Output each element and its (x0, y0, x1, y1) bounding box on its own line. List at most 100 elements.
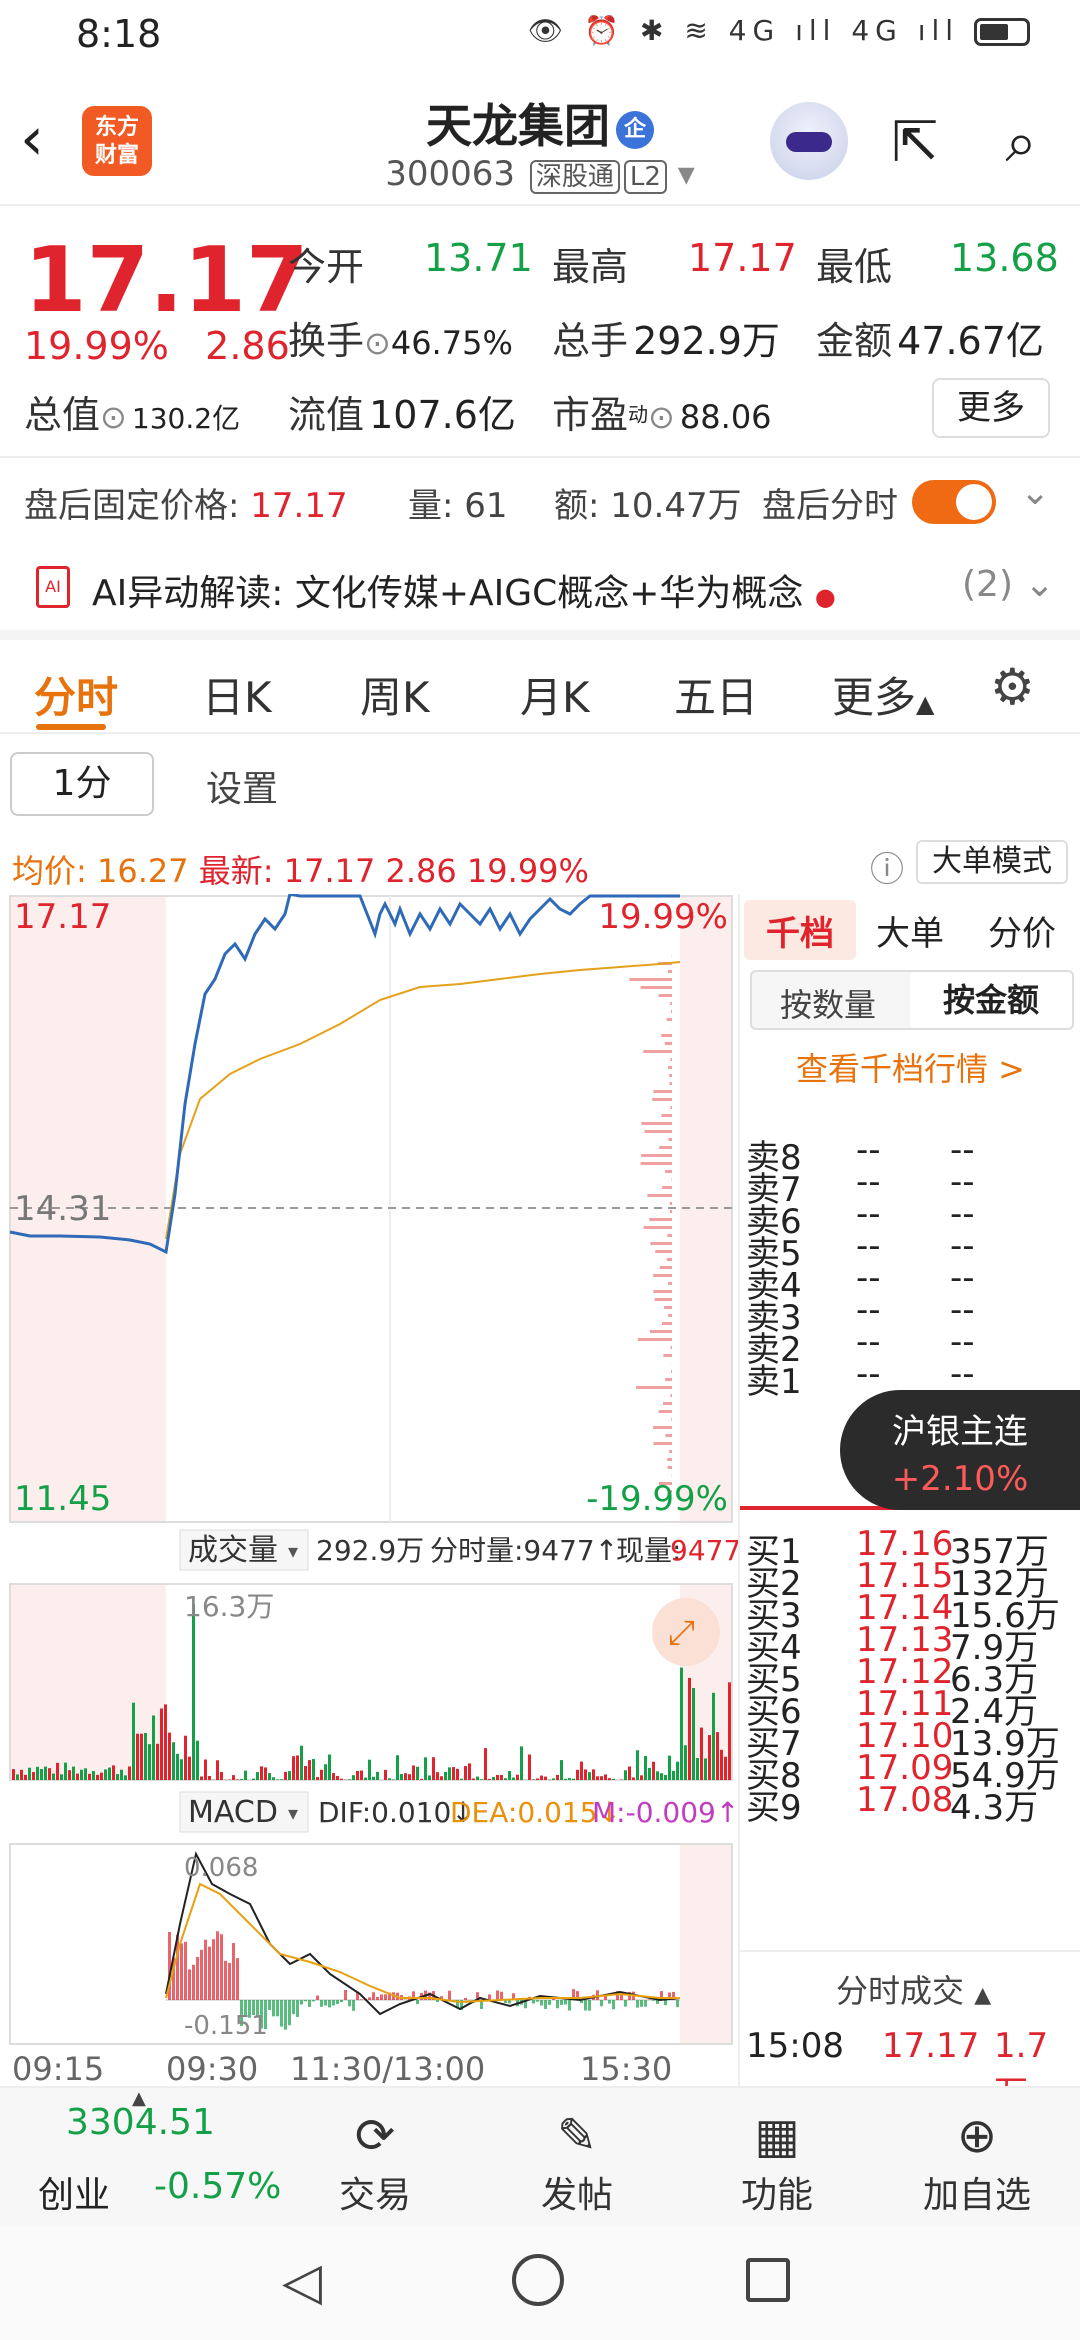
search-icon[interactable]: ⌕ (986, 108, 1056, 178)
tab-monthly[interactable]: 月K (520, 664, 590, 725)
orderflow-bar (643, 1050, 672, 1053)
more-button[interactable]: 更多 (932, 378, 1050, 438)
recents-square-icon[interactable] (746, 2258, 790, 2302)
gear-icon[interactable]: ⚙ (990, 658, 1035, 716)
volume-bar (476, 1776, 479, 1780)
volume-bar (408, 1774, 411, 1780)
ai-insight-row[interactable]: AI AI异动解读: 文化传媒+AIGC概念+华为概念 ● (2) ⌄ (0, 546, 1080, 630)
back-triangle-icon[interactable]: ◁ (282, 2252, 322, 2312)
robot-avatar[interactable] (770, 102, 848, 180)
info-icon[interactable]: ⊙ (364, 324, 391, 362)
tab-depth[interactable]: 千档 (766, 906, 834, 955)
connect-tag: 深股通 (529, 160, 620, 194)
settings-button[interactable]: 设置 (206, 760, 278, 812)
volume-bar (712, 1692, 715, 1780)
info-icon[interactable]: ⊙ (100, 398, 127, 436)
orderflow-bar (667, 1458, 672, 1461)
volume-bar (368, 1759, 371, 1780)
after-hours-toggle[interactable] (912, 480, 996, 524)
time-0930: 09:30 (166, 2050, 258, 2088)
macd-top: 0.068 (184, 1853, 258, 1883)
volume-bar (152, 1715, 155, 1780)
trade-vol: 1.7万 (994, 2026, 1049, 2090)
volume-bar (480, 1779, 483, 1780)
volume-bar (192, 1604, 195, 1780)
tab-price-split[interactable]: 分价 (988, 906, 1056, 955)
axis-mid: 14.31 (14, 1189, 111, 1229)
volume-bar (104, 1769, 107, 1780)
axis-bottom-pct: -19.99% (586, 1479, 728, 1519)
pe-sup: 动 (628, 402, 649, 427)
volume-bar (420, 1778, 423, 1780)
tab-daily[interactable]: 日K (202, 664, 272, 725)
volume-bar (116, 1774, 119, 1780)
tab-weekly[interactable]: 周K (360, 664, 430, 725)
vol-fen: 分时量:9477↑ (430, 1534, 618, 1567)
nav-functions[interactable]: ▦ 功能 (702, 2106, 852, 2218)
nav-trade[interactable]: ⟳ 交易 (300, 2106, 450, 2218)
ai-label: AI异动解读: (92, 573, 284, 614)
macd-bottom: -0.151 (184, 2011, 268, 2041)
mcap-label: 总值 (24, 393, 101, 437)
after-vol: 61 (464, 486, 508, 526)
trades-title[interactable]: 分时成交 (836, 1972, 964, 2010)
nav-post[interactable]: ✎ 发帖 (502, 2106, 652, 2218)
macd-bar (368, 1997, 371, 2000)
volume-bar (188, 1756, 191, 1780)
orderflow-bar (669, 1074, 672, 1077)
macd-bar (536, 2000, 539, 2002)
volume-bar (528, 1754, 531, 1780)
floating-quote-widget[interactable]: 沪银主连 +2.10% (840, 1390, 1080, 1510)
volume-bar (36, 1766, 39, 1780)
volume-bar (496, 1774, 499, 1780)
nav-add-watch[interactable]: ⊕ 加自选 (902, 2106, 1052, 2218)
info-icon[interactable]: ⊙ (648, 398, 675, 436)
volume-bar (208, 1776, 211, 1780)
volume-bar (716, 1732, 719, 1780)
orderflow-bar (663, 1402, 672, 1405)
bottom-nav: 3304.51 创业 -0.57% ▲ ⟳ 交易 ✎ 发帖 ▦ 功能 ⊕ 加自选 (0, 2086, 1080, 2226)
macd-m: M:-0.009↑ (592, 1796, 738, 1829)
low-label: 最低 (816, 245, 893, 289)
orderflow-bar (669, 1450, 672, 1453)
volume-bar (120, 1769, 123, 1780)
orderflow-bar (669, 1082, 672, 1085)
chevron-down-icon[interactable]: ⌄ (1020, 472, 1050, 513)
orderflow-bar (669, 1210, 672, 1213)
volume-bar (448, 1767, 451, 1780)
tab-five-day[interactable]: 五日 (674, 664, 758, 725)
tab-big-order[interactable]: 大单 (876, 906, 944, 955)
volume-bar (376, 1771, 379, 1780)
chart-subbar: 1分 设置 (0, 734, 1080, 834)
volume-bar (504, 1778, 507, 1780)
macd-bar (188, 1969, 191, 2000)
volume-bar (544, 1776, 547, 1780)
volume-bar (704, 1758, 707, 1780)
period-1min-button[interactable]: 1分 (10, 752, 154, 816)
share-icon[interactable]: ⇱ (880, 108, 950, 178)
view-depth-link[interactable]: 查看千档行情 > (796, 1044, 1025, 1090)
tab-more[interactable]: 更多▲ (832, 664, 934, 725)
macd-bar (232, 1943, 235, 2000)
vol-total: 292.9万 (316, 1534, 424, 1567)
orderflow-bar (670, 1346, 672, 1349)
help-icon[interactable]: ⓘ (870, 842, 904, 891)
big-order-mode-button[interactable]: 大单模式 (916, 840, 1068, 884)
volume-value: 292.9万 (633, 319, 780, 363)
by-amount-button[interactable]: 按金额 (910, 972, 1072, 1028)
orderflow-bar (647, 1194, 672, 1197)
volume-bar (336, 1775, 339, 1780)
intraday-chart[interactable]: 17.17 19.99% 14.31 11.45 -19.99% 成交量 ▾ 2… (0, 892, 741, 2090)
macd-bar (496, 1990, 499, 2000)
trade-price: 17.17 (882, 2026, 980, 2066)
volume-bar (180, 1759, 183, 1780)
grid-icon: ▦ (754, 2108, 800, 2164)
macd-bar (212, 1939, 215, 2000)
by-count-button[interactable]: 按数量 (780, 980, 876, 1026)
volume-bar (608, 1778, 611, 1780)
orderflow-bar (665, 1378, 672, 1381)
home-circle-icon[interactable] (512, 2254, 564, 2306)
volume-bar (400, 1774, 403, 1780)
macd-bar (372, 1992, 375, 2000)
tab-intraday[interactable]: 分时 (34, 664, 118, 725)
